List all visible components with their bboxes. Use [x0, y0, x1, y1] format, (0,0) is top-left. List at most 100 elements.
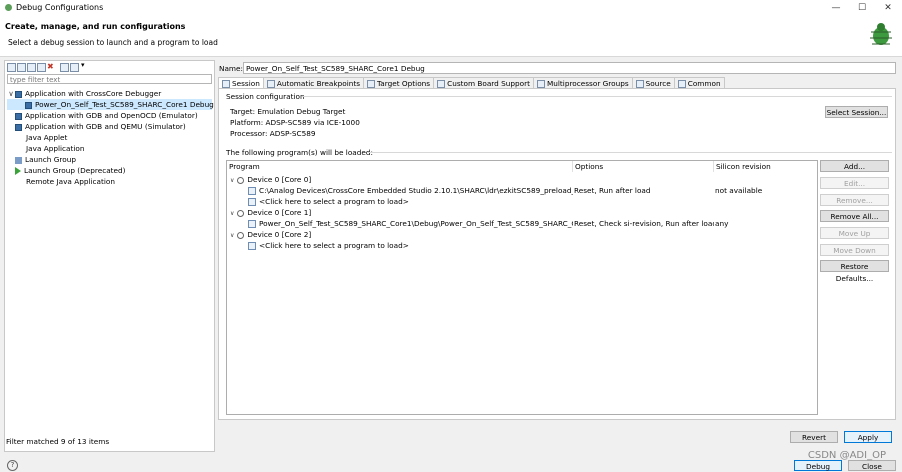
group-icon	[15, 156, 22, 164]
multiprocessor-icon	[536, 80, 545, 88]
revert-button[interactable]: Revert	[790, 431, 838, 443]
device-icon	[237, 176, 245, 184]
close-window-button[interactable]: ✕	[876, 0, 900, 16]
row-program: Device 0 [Core 2]	[247, 230, 312, 239]
tree-item-launch-group-deprecated[interactable]: Launch Group (Deprecated)	[7, 165, 212, 176]
configuration-tree-pane: ✖ ▾ type filter text ∨ Application with C…	[4, 60, 215, 452]
breakpoint-icon	[266, 80, 275, 88]
session-config-heading: Session configuration	[226, 92, 305, 101]
tree-item-java-application[interactable]: Java Application	[7, 143, 212, 154]
tree-item-gdb-openocd[interactable]: Application with GDB and OpenOCD (Emulat…	[7, 110, 212, 121]
duplicate-icon[interactable]	[37, 63, 46, 72]
tree-item-label: Launch Group (Deprecated)	[24, 166, 126, 175]
watermark: CSDN @ADI_OP	[807, 450, 886, 461]
collapse-all-icon[interactable]	[60, 63, 69, 72]
file-icon	[248, 198, 256, 206]
help-icon[interactable]: ?	[7, 460, 18, 471]
remove-all-button[interactable]: Remove All...	[820, 210, 889, 222]
close-button[interactable]: Close	[848, 460, 896, 471]
tree-item-label: Launch Group	[25, 155, 76, 164]
row-program: Device 0 [Core 1]	[247, 208, 312, 217]
bug-logo-icon	[870, 23, 892, 45]
app-icon	[25, 101, 32, 109]
dialog-header: Create, manage, and run configurations S…	[0, 16, 902, 57]
file-icon	[248, 187, 256, 195]
app-icon	[15, 112, 22, 120]
tree-item-label: Remote Java Application	[26, 177, 115, 186]
window-title: Debug Configurations	[16, 3, 104, 12]
row-program: Power_On_Self_Test_SC589_SHARC_Core1\Deb…	[259, 219, 573, 228]
divider	[368, 152, 892, 153]
table-row[interactable]: <Click here to select a program to load>	[227, 240, 817, 251]
export-icon[interactable]	[27, 63, 36, 72]
tree-item-gdb-qemu[interactable]: Application with GDB and QEMU (Simulator…	[7, 121, 212, 132]
device-icon	[237, 231, 245, 239]
tab-label: Multiprocessor Groups	[546, 79, 629, 88]
app-icon	[15, 123, 22, 131]
tab-label: Common	[687, 79, 721, 88]
restore-defaults-button[interactable]: Restore Defaults...	[820, 260, 889, 283]
row-options: Reset, Check si-revision, Run after load	[574, 219, 714, 228]
edit-button[interactable]: Edit...	[820, 177, 889, 189]
row-silicon-revision: any	[715, 219, 729, 228]
tab-label: Target Options	[377, 79, 431, 88]
name-field[interactable]: Power_On_Self_Test_SC589_SHARC_Core1 Deb…	[243, 62, 896, 74]
table-row[interactable]: <Click here to select a program to load>	[227, 196, 817, 207]
source-icon	[635, 80, 644, 88]
move-up-button[interactable]: Move Up	[820, 227, 889, 239]
minimize-button[interactable]: —	[824, 0, 848, 16]
apply-button[interactable]: Apply	[844, 431, 892, 443]
row-program: C:\Analog Devices\CrossCore Embedded Stu…	[259, 186, 573, 195]
column-header-silicon-revision[interactable]: Silicon revision	[714, 161, 817, 172]
title-bar: Debug Configurations — ☐ ✕	[0, 0, 902, 16]
new-prototype-icon[interactable]	[17, 63, 26, 72]
tree-item-label: Java Application	[26, 144, 85, 153]
row-options: Reset, Run after load	[574, 186, 651, 195]
tab-label: Source	[645, 79, 671, 88]
target-icon	[367, 80, 376, 88]
move-down-button[interactable]: Move Down	[820, 244, 889, 256]
row-program: Device 0 [Core 0]	[247, 175, 312, 184]
remove-button[interactable]: Remove...	[820, 194, 889, 206]
common-icon	[677, 80, 686, 88]
tab-label: Session	[232, 79, 260, 88]
run-icon	[15, 167, 21, 175]
row-program: <Click here to select a program to load>	[259, 241, 409, 250]
table-row[interactable]: ∨ Device 0 [Core 0]	[227, 174, 817, 185]
tree-item-label: Application with CrossCore Debugger	[25, 89, 162, 98]
new-config-icon[interactable]	[7, 63, 16, 72]
table-row[interactable]: ∨ Device 0 [Core 2]	[227, 229, 817, 240]
chevron-down-icon[interactable]: ▾	[81, 61, 85, 69]
program-table: Program Options Silicon revision ∨ Device…	[226, 160, 818, 415]
programs-heading: The following program(s) will be loaded:	[226, 148, 373, 157]
tree-item-label: Application with GDB and OpenOCD (Emulat…	[25, 111, 198, 120]
tab-label: Custom Board Support	[447, 79, 530, 88]
table-row[interactable]: C:\Analog Devices\CrossCore Embedded Stu…	[227, 185, 817, 196]
caret-icon[interactable]: ∨	[7, 88, 15, 99]
column-header-program[interactable]: Program	[227, 161, 573, 172]
filter-input[interactable]: type filter text	[7, 74, 212, 84]
add-button[interactable]: Add...	[820, 160, 889, 172]
tree-item-label: Application with GDB and QEMU (Simulator…	[25, 122, 186, 131]
tree-item-post-debug[interactable]: Power_On_Self_Test_SC589_SHARC_Core1 Deb…	[7, 99, 214, 110]
name-label: Name:	[219, 64, 243, 73]
tree-item-java-applet[interactable]: Java Applet	[7, 132, 212, 143]
debug-bug-icon	[5, 4, 12, 11]
table-row[interactable]: ∨ Device 0 [Core 1]	[227, 207, 817, 218]
header-title: Create, manage, and run configurations	[5, 22, 186, 31]
column-header-options[interactable]: Options	[573, 161, 714, 172]
tree-item-launch-group[interactable]: Launch Group	[7, 154, 212, 165]
filter-icon[interactable]	[70, 63, 79, 72]
filter-status: Filter matched 9 of 13 items	[6, 437, 110, 446]
table-row[interactable]: Power_On_Self_Test_SC589_SHARC_Core1\Deb…	[227, 218, 817, 229]
maximize-button[interactable]: ☐	[850, 0, 874, 16]
select-session-button[interactable]: Select Session...	[825, 106, 888, 118]
config-tree: ∨ Application with CrossCore Debugger Pow…	[7, 88, 214, 187]
delete-icon[interactable]: ✖	[47, 62, 54, 71]
tree-item-crosscore[interactable]: ∨ Application with CrossCore Debugger	[7, 88, 212, 99]
divider	[302, 96, 892, 97]
tree-item-label: Java Applet	[26, 133, 68, 142]
tree-item-remote-java[interactable]: Remote Java Application	[7, 176, 212, 187]
debug-button[interactable]: Debug	[794, 460, 842, 471]
tab-label: Automatic Breakpoints	[276, 79, 361, 88]
